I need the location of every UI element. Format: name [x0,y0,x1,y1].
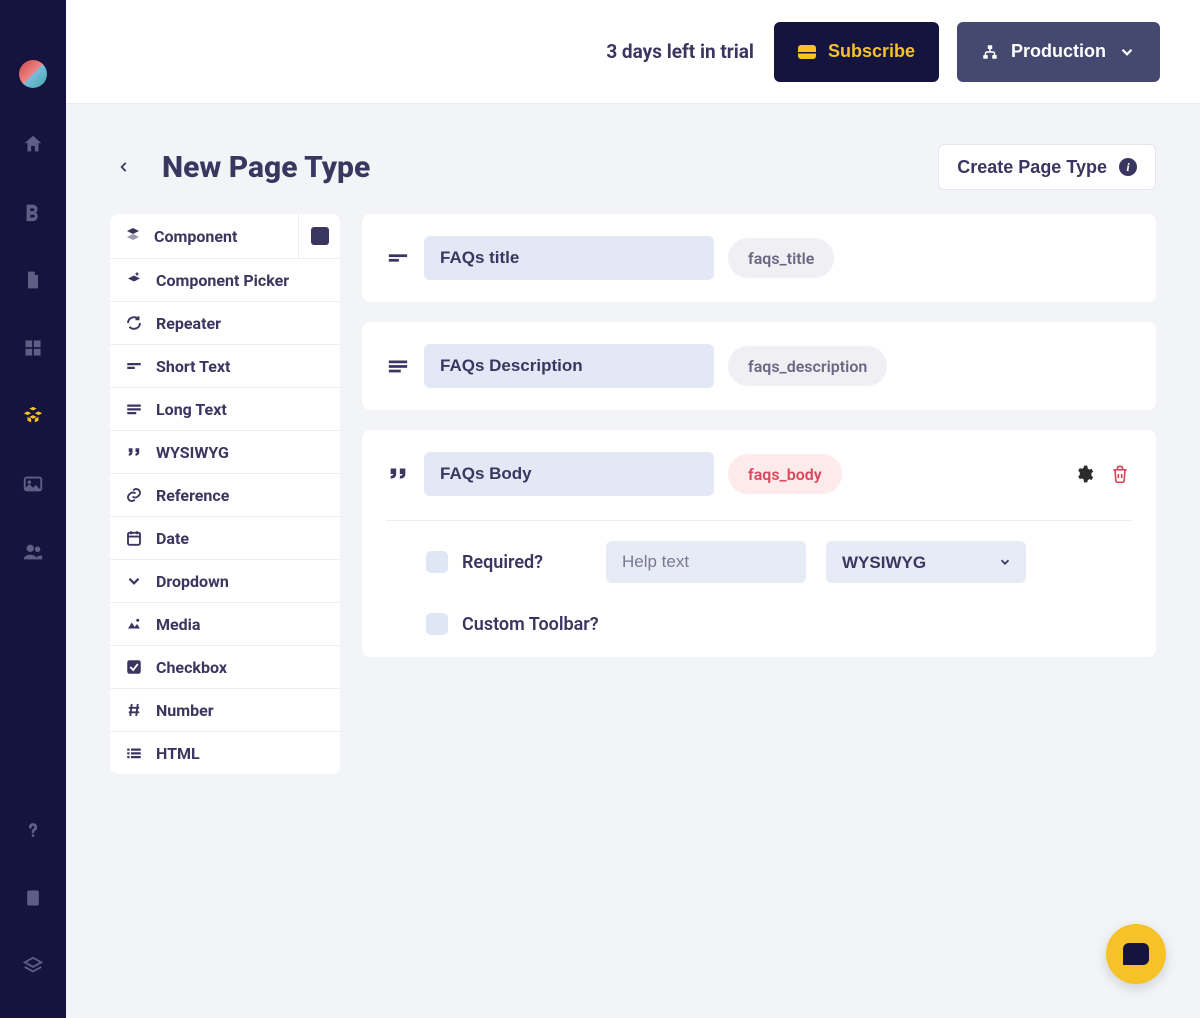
palette-repeater[interactable]: Repeater [110,302,340,345]
palette-label: Short Text [156,357,230,376]
avatar[interactable] [19,60,47,88]
help-icon[interactable] [21,818,45,842]
create-page-type-button[interactable]: Create Page Type i [938,144,1156,190]
palette-component-label: Component [154,227,237,246]
blog-icon[interactable] [21,200,45,224]
palette-long-text[interactable]: Long Text [110,388,340,431]
subscribe-button[interactable]: Subscribe [774,22,939,82]
palette-label: Date [156,529,189,548]
palette-label: Repeater [156,314,221,333]
chat-icon [1123,943,1149,965]
field-slug: faqs_description [728,346,887,386]
page-header: New Page Type Create Page Type i [66,104,1200,214]
layers-plus-icon [124,270,144,290]
field-settings-button[interactable] [1072,462,1096,486]
palette-label: Number [156,701,214,720]
field-card: faqs_title [362,214,1156,302]
short-text-icon [386,246,410,270]
long-text-icon [124,399,144,419]
grid-icon[interactable] [21,336,45,360]
environment-label: Production [1011,41,1106,62]
image-icon[interactable] [21,472,45,496]
short-text-icon [124,356,144,376]
palette-media[interactable]: Media [110,603,340,646]
layers-icon [124,225,142,247]
users-icon[interactable] [21,540,45,564]
required-checkbox[interactable]: Required? [426,551,586,573]
palette-library-button[interactable] [298,214,340,258]
repeat-icon [124,313,144,333]
chevron-down-icon [124,571,144,591]
subscribe-label: Subscribe [828,41,915,62]
field-slug: faqs_body [728,454,842,494]
palette-label: Reference [156,486,229,505]
trash-icon [1110,464,1130,484]
trial-text: 3 days left in trial [606,40,754,63]
list-icon [124,743,144,763]
checkbox-icon [426,551,448,573]
palette-short-text[interactable]: Short Text [110,345,340,388]
palette-date[interactable]: Date [110,517,340,560]
palette-label: Checkbox [156,658,227,677]
document-icon[interactable] [21,268,45,292]
palette-checkbox[interactable]: Checkbox [110,646,340,689]
left-nav [0,0,66,1018]
environment-button[interactable]: Production [957,22,1160,82]
palette-html[interactable]: HTML [110,732,340,774]
home-icon[interactable] [21,132,45,156]
palette-label: WYSIWYG [156,443,229,462]
topbar: 3 days left in trial Subscribe Productio… [66,0,1200,104]
checkbox-icon [124,657,144,677]
palette-component-picker[interactable]: Component Picker [110,259,340,302]
field-slug: faqs_title [728,238,834,278]
palette-label: HTML [156,744,200,763]
required-label: Required? [462,552,543,573]
quote-icon [386,462,410,486]
book-icon[interactable] [21,886,45,910]
field-card: faqs_description [362,322,1156,410]
checkbox-icon [426,613,448,635]
field-label-input[interactable] [424,452,714,496]
long-text-icon [386,354,410,378]
palette-label: Media [156,615,200,634]
link-icon [124,485,144,505]
palette-wysiwyg[interactable]: WYSIWYG [110,431,340,474]
palette-dropdown[interactable]: Dropdown [110,560,340,603]
field-label-input[interactable] [424,236,714,280]
credit-card-icon [798,45,816,59]
calendar-icon [124,528,144,548]
quote-icon [124,442,144,462]
layers-icon[interactable] [21,954,45,978]
field-delete-button[interactable] [1108,462,1132,486]
sitemap-icon [981,43,999,61]
hash-icon [124,700,144,720]
info-icon: i [1119,158,1137,176]
create-label: Create Page Type [957,157,1107,178]
blocks-icon[interactable] [21,404,45,428]
help-text-input[interactable] [606,541,806,583]
field-type-select[interactable]: WYSIWYG [826,541,1026,583]
custom-toolbar-label: Custom Toolbar? [462,614,599,635]
palette-label: Component Picker [156,271,289,290]
gear-icon [1074,464,1094,484]
chat-fab[interactable] [1106,924,1166,984]
palette-reference[interactable]: Reference [110,474,340,517]
field-type-palette: Component Component Picker R [110,214,340,774]
library-icon [311,227,329,245]
back-button[interactable] [110,153,138,181]
custom-toolbar-checkbox[interactable]: Custom Toolbar? [426,613,599,635]
page-title: New Page Type [162,150,370,185]
palette-number[interactable]: Number [110,689,340,732]
field-card-active: faqs_body [362,430,1156,657]
chevron-down-icon [1118,43,1136,61]
palette-component[interactable]: Component [110,214,298,258]
media-icon [124,614,144,634]
field-label-input[interactable] [424,344,714,388]
palette-label: Dropdown [156,572,229,591]
palette-label: Long Text [156,400,227,419]
